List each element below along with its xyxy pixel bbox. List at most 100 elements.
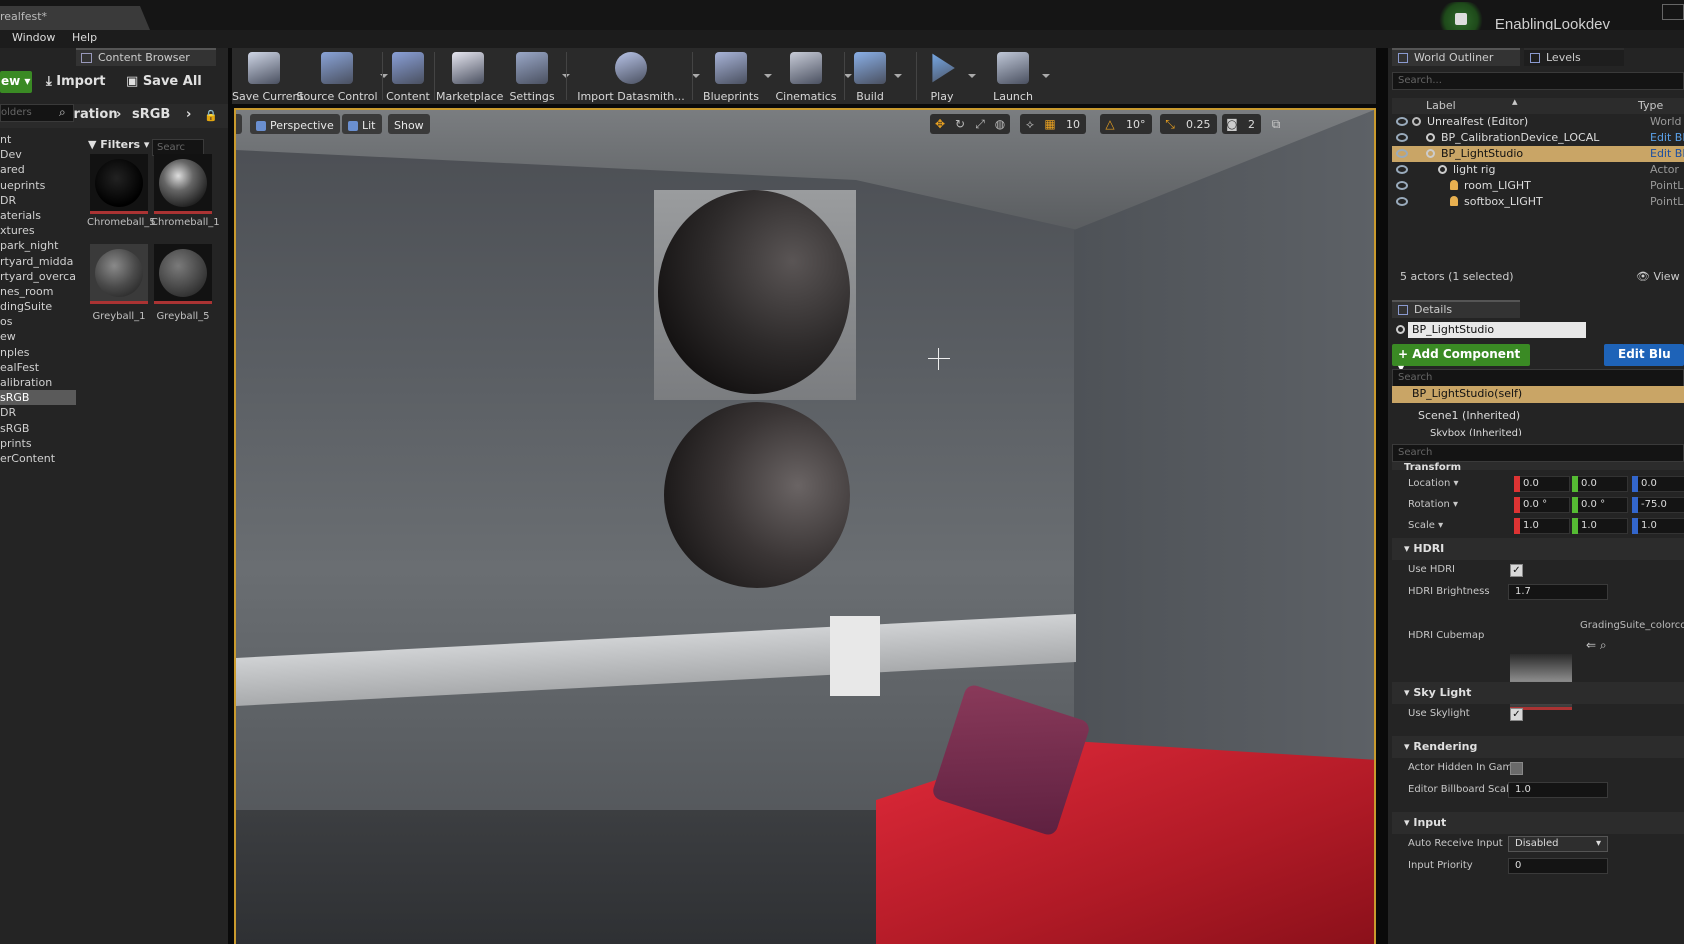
grid-snap-value[interactable]: 10 [1060,118,1086,131]
folder-item[interactable]: sRGB [0,421,76,436]
folder-item[interactable]: sRGB [0,390,76,406]
component-search-input[interactable]: Search [1392,369,1684,387]
camera-speed-icon[interactable]: ◙ [1222,114,1242,134]
use-hdri-checkbox[interactable]: ✓ [1510,564,1523,577]
lit-button[interactable]: Lit [342,114,382,134]
toolbar-button-play[interactable]: Play [918,52,966,103]
add-component-button[interactable]: + Add Component ▾ [1392,344,1530,375]
folder-item[interactable]: dingSuite [0,299,76,314]
folder-item[interactable]: aterials [0,208,76,223]
toolbar-button-source-control[interactable]: Source Control [296,52,378,103]
grid-snap-control[interactable]: ⟡ ▦ 10 [1020,114,1086,134]
actor-name-field[interactable]: BP_LightStudio [1408,322,1586,338]
asset-tile[interactable] [90,244,148,304]
chevron-down-icon[interactable] [894,74,902,78]
tab-content-browser[interactable]: Content Browser [76,48,216,66]
import-button[interactable]: ⤓ Import [46,74,106,89]
scale-x-input[interactable]: 1.0 [1514,518,1570,534]
lock-icon[interactable]: 🔒 [204,109,218,122]
toolbar-button-launch[interactable]: Launch [986,52,1040,103]
folder-item[interactable]: nples [0,345,76,360]
chrome-sphere[interactable] [658,190,850,394]
section-sky-light[interactable]: ▾ Sky Light [1392,682,1684,704]
billboard-scale-input[interactable]: 1.0 [1508,782,1608,798]
world-local-icon[interactable]: ◍ [990,114,1010,134]
folder-item[interactable]: ared [0,162,76,177]
toolbar-button-marketplace[interactable]: Marketplace [436,52,503,103]
menu-window[interactable]: Window [12,31,55,44]
outliner-row[interactable]: light rig Actor [1392,162,1684,178]
camera-speed-control[interactable]: ◙ 2 [1222,114,1261,134]
auto-receive-select[interactable]: Disabled ▾ [1508,836,1608,852]
filters-button[interactable]: ▼ Filters ▾ [88,138,149,151]
folder-item[interactable]: park_night [0,238,76,253]
folder-item[interactable]: ealFest [0,360,76,375]
save-all-button[interactable]: ▣ Save All [126,74,202,89]
rotation-z-input[interactable]: -75.0 [1632,497,1684,513]
rotation-y-input[interactable]: 0.0 ° [1572,497,1628,513]
location-y-input[interactable]: 0.0 [1572,476,1628,492]
component-self[interactable]: BP_LightStudio(self) [1392,386,1684,403]
input-priority-input[interactable]: 0 [1508,858,1608,874]
visibility-eye-icon[interactable] [1396,165,1408,174]
actor-hidden-checkbox[interactable] [1510,762,1523,775]
folder-item[interactable]: alibration [0,375,76,390]
scale-y-input[interactable]: 1.0 [1572,518,1628,534]
level-viewport[interactable]: ▾ Perspective Lit Show ✥ ↻ ⤢ ◍ ⟡ ▦ 10 △ … [234,108,1376,944]
outliner-row[interactable]: BP_CalibrationDevice_LOCAL Edit BP [1392,130,1684,146]
folder-item[interactable]: nt [0,132,76,147]
toolbar-button-settings[interactable]: Settings [504,52,560,103]
move-icon[interactable]: ✥ [930,114,950,134]
hdri-brightness-input[interactable]: 1.7 [1508,584,1608,600]
visibility-eye-icon[interactable] [1396,197,1408,206]
toolbar-button-blueprints[interactable]: Blueprints [700,52,762,103]
scale-snap-control[interactable]: ⤡ 0.25 [1160,114,1217,134]
outliner-row[interactable]: BP_LightStudio Edit BP [1392,146,1684,162]
section-hdri[interactable]: ▾ HDRI [1392,538,1684,560]
visibility-eye-icon[interactable] [1396,133,1408,142]
scale-snap-value[interactable]: 0.25 [1180,118,1217,131]
folder-item[interactable]: DR [0,193,76,208]
asset-tile[interactable] [90,154,148,214]
outliner-row-type[interactable]: Edit BP [1650,131,1684,144]
tab-details[interactable]: Details [1392,300,1520,318]
edit-blueprint-button[interactable]: Edit Blu [1604,344,1684,366]
toolbar-button-import-datasmith[interactable]: Import Datasmith... [572,52,690,103]
visibility-eye-icon[interactable] [1396,181,1408,190]
folder-search-input[interactable]: olders ⌕ [0,104,74,122]
scale-snap-icon[interactable]: ⤡ [1160,114,1180,134]
viewport-options-button[interactable]: ▾ [236,114,242,134]
outliner-row-type[interactable]: Edit BP [1650,147,1684,160]
section-input[interactable]: ▾ Input [1392,812,1684,834]
grey-sphere[interactable] [664,402,850,588]
rotation-snap-control[interactable]: △ 10° [1100,114,1152,134]
location-x-input[interactable]: 0.0 [1514,476,1570,492]
add-new-button[interactable]: ew ▾ [0,71,32,93]
use-skylight-checkbox[interactable]: ✓ [1510,708,1523,721]
section-rendering[interactable]: ▾ Rendering [1392,736,1684,758]
show-button[interactable]: Show [388,114,430,134]
folder-item[interactable]: ew [0,329,76,344]
col-label[interactable]: Label [1426,99,1456,112]
folder-item[interactable]: nes_room [0,284,76,299]
visibility-eye-icon[interactable] [1396,149,1408,158]
grid-snap-icon[interactable]: ▦ [1040,114,1060,134]
minimize-window-button[interactable] [1662,4,1684,20]
component-scene[interactable]: Scene1 (Inherited) [1392,409,1520,422]
arrow-left-icon[interactable]: ⇐ ⌕ [1586,638,1607,653]
toolbar-button-content[interactable]: Content [384,52,432,103]
folder-item[interactable]: rtyard_midda [0,254,76,269]
folder-item[interactable]: DR [0,405,76,420]
breadcrumb-srgb[interactable]: sRGB [132,107,170,122]
rotation-x-input[interactable]: 0.0 ° [1514,497,1570,513]
component-skybox[interactable]: Skybox (Inherited) [1392,428,1522,436]
folder-item[interactable]: xtures [0,223,76,238]
scale-z-input[interactable]: 1.0 [1632,518,1684,534]
asset-tile[interactable] [154,244,212,304]
property-search-input[interactable]: Search [1392,444,1684,462]
tab-world-outliner[interactable]: World Outliner [1392,48,1520,66]
folder-item[interactable]: ueprints [0,178,76,193]
perspective-button[interactable]: Perspective [250,114,340,134]
outliner-row[interactable]: softbox_LIGHT PointLi [1392,194,1684,210]
folder-item[interactable]: prints [0,436,76,451]
